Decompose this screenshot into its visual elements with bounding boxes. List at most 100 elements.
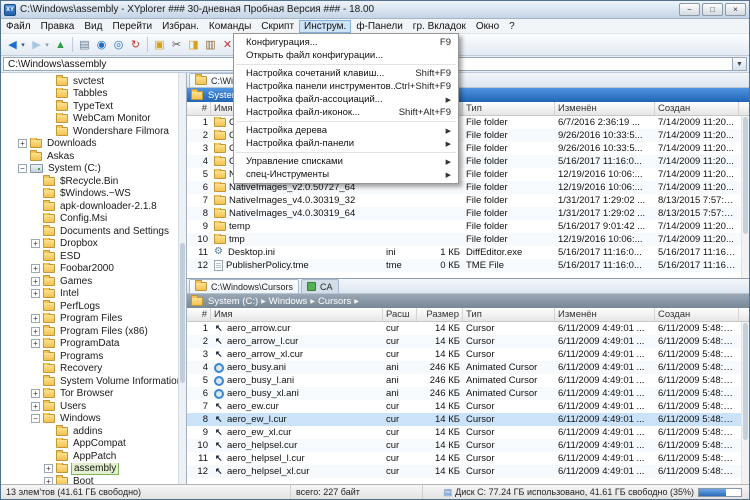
column-header-size[interactable]: Размер bbox=[417, 308, 463, 321]
tree-expander-icon[interactable]: + bbox=[31, 326, 40, 336]
column-header-num[interactable]: # bbox=[187, 102, 211, 115]
menu-item-customize-file-associations[interactable]: Настройка файл-ассоциаций... ▶ bbox=[234, 93, 458, 106]
find-files-button[interactable]: ◉ bbox=[94, 36, 109, 53]
tree-item[interactable]: WebCam Monitor bbox=[1, 112, 178, 126]
file-row[interactable]: 9 temp File folder 5/16/2017 9:01:42 ... 7/1… bbox=[187, 220, 749, 233]
menubar-item-window[interactable]: Окно bbox=[471, 20, 504, 33]
tree-item[interactable]: + Tor Browser bbox=[1, 387, 178, 401]
title-bar[interactable]: XY C:\Windows\assembly - XYplorer ### 30… bbox=[1, 1, 749, 19]
file-row[interactable]: 4 aero_busy.ani ani 246 КБ Animated Cursor 6/… bbox=[187, 361, 749, 374]
zoom-button[interactable]: ◎ bbox=[111, 36, 126, 53]
file-row[interactable]: 5 aero_busy_l.ani ani 246 КБ Animated Cursor… bbox=[187, 374, 749, 387]
file-row[interactable]: 11 Desktop.ini ini 1 КБ DiffEditor.exe 5/16/2… bbox=[187, 246, 749, 259]
tree-item[interactable]: apk-downloader-2.1.8 bbox=[1, 200, 178, 213]
menu-item-customize-shortcuts[interactable]: Настройка сочетаний клавиш... Shift+F9 bbox=[234, 67, 458, 80]
file-row[interactable]: 9 aero_ew_xl.cur cur 14 КБ Cursor 6/11/2009 4… bbox=[187, 426, 749, 439]
menubar-item-panes[interactable]: ф-Панели bbox=[351, 20, 407, 33]
file-row[interactable]: 2 aero_arrow_l.cur cur 14 КБ Cursor 6/11/2009… bbox=[187, 335, 749, 348]
cut-button[interactable]: ✂ bbox=[169, 36, 184, 53]
breadcrumb-segment[interactable]: System (C:) bbox=[206, 296, 260, 307]
tree-expander-icon[interactable]: − bbox=[31, 414, 40, 424]
tree-item[interactable]: + Program Files bbox=[1, 312, 178, 326]
breadcrumb-segment[interactable]: Cursors bbox=[316, 296, 353, 307]
refresh-button[interactable]: ↻ bbox=[128, 36, 143, 53]
tree-item[interactable]: addins bbox=[1, 425, 178, 438]
forward-button[interactable]: ▶ bbox=[29, 36, 44, 53]
report-button[interactable]: ▤ bbox=[77, 36, 92, 53]
tree-item[interactable]: PerfLogs bbox=[1, 300, 178, 313]
tree-item[interactable]: Programs bbox=[1, 350, 178, 363]
maximize-button[interactable]: □ bbox=[702, 3, 723, 16]
tree-item[interactable]: + ProgramData bbox=[1, 337, 178, 351]
list-scrollbar[interactable] bbox=[741, 116, 749, 278]
tree-item[interactable]: − Windows bbox=[1, 412, 178, 426]
tree-item[interactable]: svctest bbox=[1, 75, 178, 88]
tree-item[interactable]: Tabbles bbox=[1, 87, 178, 101]
menu-item-special-tools[interactable]: спец-Инструменты ▶ bbox=[234, 168, 458, 181]
tree-expander-icon[interactable]: + bbox=[31, 401, 40, 411]
menubar-item-go[interactable]: Перейти bbox=[107, 20, 157, 33]
tree-item[interactable]: + Program Files (x86) bbox=[1, 325, 178, 338]
menubar-item-tools[interactable]: Инструм. bbox=[299, 19, 352, 33]
tab[interactable]: C:\Windows\Cursors bbox=[189, 279, 300, 293]
paste-button[interactable]: ▥ bbox=[203, 36, 218, 53]
tree-expander-icon[interactable]: + bbox=[31, 314, 40, 324]
list-scrollbar[interactable] bbox=[741, 322, 749, 484]
file-row[interactable]: 7 aero_ew.cur cur 14 КБ Cursor 6/11/2009 4:49… bbox=[187, 400, 749, 413]
menubar-item-tab-groups[interactable]: гр. Вкладок bbox=[408, 20, 471, 33]
tree-item[interactable]: Recovery bbox=[1, 362, 178, 376]
tree-item[interactable]: − System (C:) bbox=[1, 163, 178, 176]
tree-item[interactable]: AppPatch bbox=[1, 450, 178, 463]
file-row[interactable]: 12 PublisherPolicy.tme tme 0 КБ TME File 5/16… bbox=[187, 259, 749, 272]
minimize-button[interactable]: − bbox=[679, 3, 700, 16]
menu-item-open-config-file[interactable]: Открыть файл конфигурации... bbox=[234, 49, 458, 62]
menu-item-customize-tree[interactable]: Настройка дерева ▶ bbox=[234, 124, 458, 137]
menu-item-configuration[interactable]: Конфигурация... F9 bbox=[234, 36, 458, 49]
copy-button[interactable]: ◨ bbox=[186, 36, 201, 53]
tree-expander-icon[interactable]: + bbox=[31, 289, 40, 299]
tree-item[interactable]: + Users bbox=[1, 400, 178, 413]
close-button[interactable]: × bbox=[725, 3, 746, 16]
column-header-created[interactable]: Создан bbox=[655, 102, 739, 115]
file-row[interactable]: 12 aero_helpsel_xl.cur cur 14 КБ Cursor 6/11/… bbox=[187, 465, 749, 478]
tree-item[interactable]: ESD bbox=[1, 250, 178, 263]
tree-item[interactable]: Askas bbox=[1, 150, 178, 163]
tree-expander-icon[interactable]: + bbox=[31, 276, 40, 286]
file-row[interactable]: 8 aero_ew_l.cur cur 14 КБ Cursor 6/11/2009 4:… bbox=[187, 413, 749, 426]
tree-item[interactable]: + Downloads bbox=[1, 137, 178, 151]
tree-item[interactable]: + assembly bbox=[1, 462, 178, 475]
column-header-ext[interactable]: Расш bbox=[383, 308, 417, 321]
tree-expander-icon[interactable]: + bbox=[18, 139, 27, 149]
tree-item[interactable]: TypeText bbox=[1, 100, 178, 113]
back-button[interactable]: ◀ bbox=[5, 36, 20, 53]
menu-item-customize-toolbar[interactable]: Настройка панели инструментов... Ctrl+Shi… bbox=[234, 80, 458, 93]
breadcrumb-segment[interactable]: Windows bbox=[267, 296, 310, 307]
tree-expander-icon[interactable]: + bbox=[44, 464, 53, 474]
menubar-item-favorites[interactable]: Избран. bbox=[157, 20, 204, 33]
tree-expander-icon[interactable]: + bbox=[44, 476, 53, 484]
tree-scrollbar-thumb[interactable] bbox=[180, 243, 185, 383]
tree-item[interactable]: $Windows.~WS bbox=[1, 187, 178, 201]
list-scrollbar-thumb[interactable] bbox=[743, 323, 748, 440]
tree-expander-icon[interactable]: + bbox=[31, 389, 40, 399]
file-row[interactable]: 7 NativeImages_v4.0.30319_32 File folder 1/… bbox=[187, 194, 749, 207]
tree-item[interactable]: + Foobar2000 bbox=[1, 262, 178, 276]
menubar-item-view[interactable]: Вид bbox=[79, 20, 107, 33]
address-dropdown-button[interactable]: ▼ bbox=[733, 57, 747, 71]
column-header-name[interactable]: Имя bbox=[211, 308, 383, 321]
column-header-modified[interactable]: Изменён bbox=[555, 308, 655, 321]
menubar-item-help[interactable]: ? bbox=[504, 20, 520, 33]
tree-item[interactable]: Config.Msi bbox=[1, 212, 178, 226]
tree-item[interactable]: System Volume Information bbox=[1, 375, 178, 388]
column-header-num[interactable]: # bbox=[187, 308, 211, 321]
tree-expander-icon[interactable]: + bbox=[31, 339, 40, 349]
menu-item-customize-file-icons[interactable]: Настройка файл-иконок... Shift+Alt+F9 bbox=[234, 106, 458, 119]
list-scrollbar-thumb[interactable] bbox=[743, 117, 748, 234]
tree-item[interactable]: + Dropbox bbox=[1, 237, 178, 251]
tree-expander-icon[interactable]: − bbox=[18, 164, 27, 174]
new-folder-button[interactable]: ▣ bbox=[152, 36, 167, 53]
back-history-dropdown[interactable]: ▾ bbox=[19, 36, 27, 53]
menubar-item-commands[interactable]: Команды bbox=[204, 20, 256, 33]
up-button[interactable]: ▲ bbox=[53, 36, 68, 53]
tree-item[interactable]: + Games bbox=[1, 275, 178, 288]
